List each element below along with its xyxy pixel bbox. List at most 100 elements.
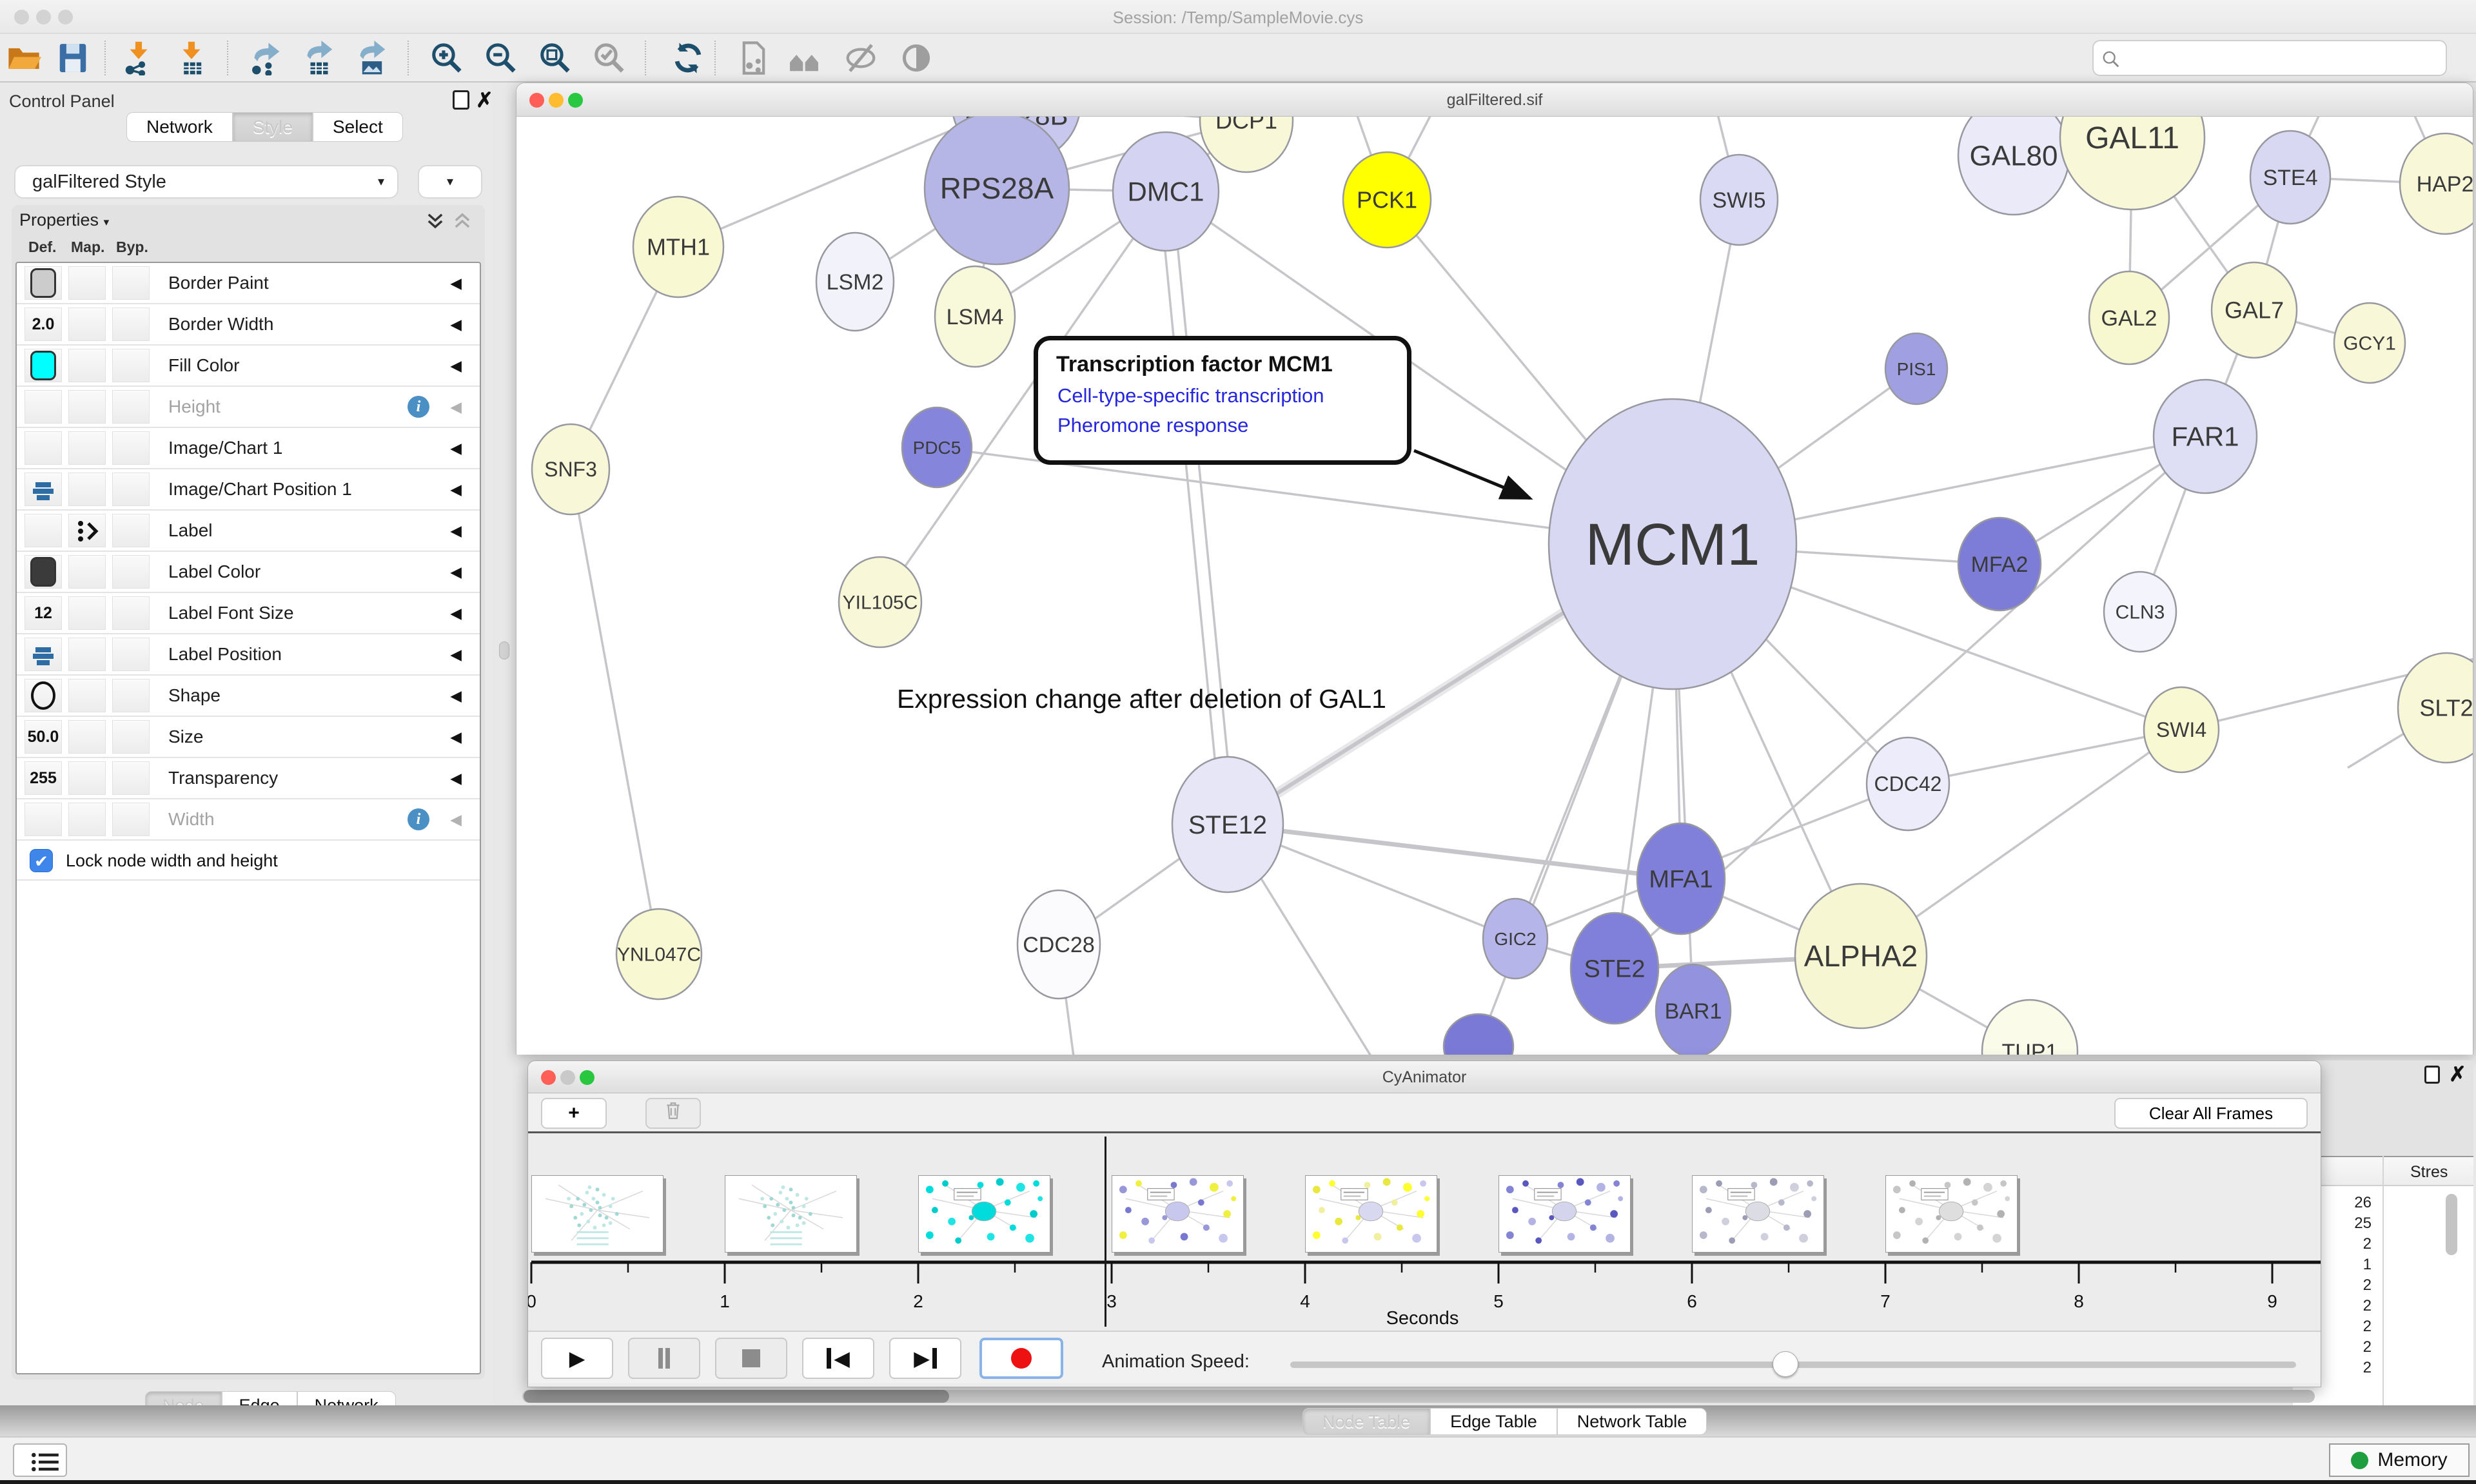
add-frame-button[interactable]: + bbox=[541, 1098, 607, 1129]
network-node[interactable]: STE2 bbox=[1571, 913, 1658, 1024]
network-node[interactable]: STE4 bbox=[2250, 131, 2330, 224]
network-node[interactable]: SWI4 bbox=[2144, 687, 2219, 772]
frame-thumbnail[interactable] bbox=[725, 1175, 857, 1253]
network-node[interactable]: GAL80 bbox=[1958, 117, 2069, 215]
network-node[interactable]: DMC1 bbox=[1113, 132, 1219, 251]
network-node[interactable]: SNF3 bbox=[532, 424, 609, 514]
network-node[interactable]: FAR1 bbox=[2154, 380, 2257, 493]
animation-speed-slider[interactable] bbox=[1290, 1362, 2296, 1368]
float-panel-icon[interactable] bbox=[453, 90, 469, 110]
property-cell[interactable] bbox=[68, 638, 106, 671]
timeline-playhead[interactable] bbox=[1105, 1137, 1106, 1327]
property-row[interactable]: Heighti◀ bbox=[17, 387, 480, 428]
play-button[interactable]: ▶ bbox=[541, 1338, 613, 1379]
property-cell[interactable] bbox=[68, 390, 106, 424]
property-cell[interactable]: 255 bbox=[25, 761, 62, 795]
network-node[interactable]: LSM2 bbox=[816, 233, 894, 331]
expand-row-icon[interactable]: ◀ bbox=[450, 357, 462, 375]
expand-row-icon[interactable]: ◀ bbox=[450, 275, 462, 292]
property-cell[interactable] bbox=[25, 349, 62, 382]
network-node[interactable]: HAP2 bbox=[2400, 133, 2473, 234]
network-node[interactable]: TUP1 bbox=[1982, 1000, 2078, 1055]
network-node[interactable]: GAL2 bbox=[2089, 271, 2169, 364]
expand-row-icon[interactable]: ◀ bbox=[450, 481, 462, 498]
property-cell[interactable] bbox=[68, 266, 106, 300]
property-cell[interactable] bbox=[25, 514, 62, 547]
network-node[interactable]: MCM1 bbox=[1549, 399, 1796, 689]
info-icon[interactable]: i bbox=[408, 808, 429, 830]
network-node[interactable] bbox=[1444, 1014, 1513, 1055]
zoom-fit-icon[interactable] bbox=[536, 39, 574, 77]
info-icon[interactable]: i bbox=[408, 396, 429, 418]
tab-network[interactable]: Network bbox=[126, 112, 233, 142]
property-cell[interactable] bbox=[68, 679, 106, 712]
tab-edge-table[interactable]: Edge Table bbox=[1430, 1408, 1557, 1435]
close-panel-icon[interactable]: ✗ bbox=[476, 90, 493, 110]
close-panel-icon[interactable]: ✗ bbox=[2449, 1064, 2466, 1084]
import-network-icon[interactable] bbox=[120, 39, 157, 77]
export-image-icon[interactable] bbox=[353, 39, 391, 77]
property-cell[interactable] bbox=[68, 349, 106, 382]
network-node[interactable]: YNL047C bbox=[616, 909, 702, 999]
expand-row-icon[interactable]: ◀ bbox=[450, 811, 462, 828]
property-cell[interactable] bbox=[25, 555, 62, 589]
property-cell[interactable] bbox=[112, 266, 150, 300]
property-row[interactable]: Image/Chart 1◀ bbox=[17, 428, 480, 469]
network-node[interactable]: GCY1 bbox=[2334, 303, 2405, 383]
search-input[interactable] bbox=[2127, 44, 2437, 72]
collapse-all-icon[interactable] bbox=[451, 210, 473, 232]
network-node[interactable]: GAL11 bbox=[2060, 117, 2205, 210]
property-cell[interactable] bbox=[25, 803, 62, 836]
property-row[interactable]: 255Transparency◀ bbox=[17, 758, 480, 799]
network-node[interactable]: CDC28 bbox=[1017, 890, 1100, 999]
frame-thumbnail[interactable] bbox=[1692, 1175, 1824, 1253]
frame-thumbnail[interactable] bbox=[918, 1175, 1050, 1253]
render-mode-icon[interactable] bbox=[898, 39, 935, 77]
network-node[interactable]: RPS28A bbox=[925, 117, 1069, 264]
property-cell[interactable] bbox=[25, 638, 62, 671]
expand-row-icon[interactable]: ◀ bbox=[450, 646, 462, 663]
network-canvas[interactable]: RPS28BDCP1RPS28ADMC1PCK1MTH1LSM2LSM4SWI5… bbox=[516, 117, 2473, 1055]
refresh-view-icon[interactable] bbox=[669, 39, 707, 77]
position-icon[interactable] bbox=[25, 638, 61, 672]
property-row[interactable]: Label◀ bbox=[17, 511, 480, 552]
expand-row-icon[interactable]: ◀ bbox=[450, 687, 462, 705]
memory-button[interactable]: Memory bbox=[2329, 1443, 2470, 1477]
property-cell[interactable] bbox=[68, 596, 106, 630]
property-cell[interactable] bbox=[112, 555, 150, 589]
step-back-button[interactable]: ◀ bbox=[802, 1338, 874, 1379]
property-cell[interactable]: 12 bbox=[25, 596, 62, 630]
property-cell[interactable] bbox=[25, 431, 62, 465]
property-cell[interactable] bbox=[68, 720, 106, 754]
cyanimator-titlebar[interactable]: CyAnimator bbox=[528, 1061, 2321, 1093]
property-cell[interactable] bbox=[25, 679, 62, 712]
lock-size-checkbox[interactable]: ✔ bbox=[30, 849, 53, 872]
network-node[interactable]: STE12 bbox=[1172, 757, 1283, 892]
tab-select[interactable]: Select bbox=[313, 112, 403, 142]
network-node[interactable]: MFA2 bbox=[1958, 518, 2041, 610]
property-cell[interactable] bbox=[25, 473, 62, 506]
zoom-in-icon[interactable] bbox=[428, 39, 466, 77]
group-nodes-icon[interactable] bbox=[785, 39, 823, 77]
style-selector[interactable]: galFiltered Style ▾ bbox=[14, 165, 398, 199]
network-node[interactable]: GIC2 bbox=[1483, 899, 1548, 979]
property-row[interactable]: Widthi◀ bbox=[17, 799, 480, 841]
float-panel-icon[interactable] bbox=[2424, 1066, 2440, 1084]
expand-row-icon[interactable]: ◀ bbox=[450, 563, 462, 581]
property-cell[interactable] bbox=[112, 638, 150, 671]
frame-thumbnail[interactable] bbox=[1112, 1175, 1244, 1253]
value-swatch[interactable] bbox=[30, 351, 56, 380]
expand-row-icon[interactable]: ◀ bbox=[450, 316, 462, 333]
export-document-icon[interactable] bbox=[735, 39, 772, 77]
property-cell[interactable] bbox=[112, 720, 150, 754]
frame-thumbnail[interactable] bbox=[1885, 1175, 2018, 1253]
horizontal-scrollbar[interactable] bbox=[522, 1390, 2315, 1403]
network-node[interactable]: MFA1 bbox=[1637, 823, 1725, 934]
export-network-icon[interactable] bbox=[248, 39, 285, 77]
property-cell[interactable]: 2.0 bbox=[25, 308, 62, 341]
export-table-icon[interactable] bbox=[300, 39, 338, 77]
property-cell[interactable] bbox=[68, 308, 106, 341]
expand-row-icon[interactable]: ◀ bbox=[450, 522, 462, 540]
property-row[interactable]: Image/Chart Position 1◀ bbox=[17, 469, 480, 511]
property-row[interactable]: Label Position◀ bbox=[17, 634, 480, 676]
